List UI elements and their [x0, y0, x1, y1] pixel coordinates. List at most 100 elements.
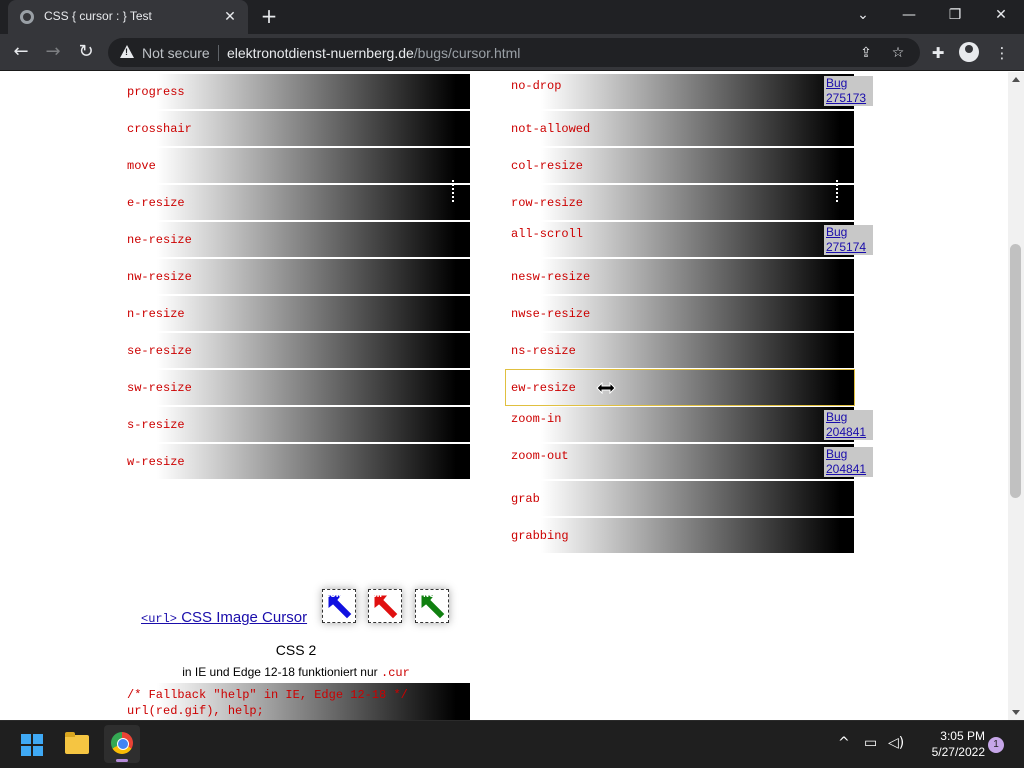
active-indicator	[116, 759, 128, 762]
windows-taskbar: ^ ▭ ◁) 3:05 PM 5/27/2022 1	[0, 720, 1024, 768]
icon-tag: GIF	[371, 591, 385, 599]
bug-link-no-drop[interactable]: Bug 275173	[824, 76, 873, 106]
cur-cursor-sample[interactable]: CUR	[322, 589, 356, 623]
cursor-name: col-resize	[511, 159, 584, 173]
volume-icon[interactable]: ◁)	[888, 735, 904, 751]
cursor-test-row[interactable]: e-resize	[122, 185, 470, 220]
bug-number: 204841	[826, 462, 867, 476]
cursor-test-row[interactable]: zoom-in	[506, 407, 854, 442]
bug-number: 275173	[826, 91, 867, 105]
cursor-test-row[interactable]: w-resize	[122, 444, 470, 479]
cursor-name: move	[127, 159, 156, 173]
extensions-icon[interactable]: ✚	[926, 41, 950, 65]
chevron-up-icon[interactable]: ^	[838, 735, 850, 751]
cursor-test-row[interactable]: s-resize	[122, 407, 470, 442]
warning-icon	[120, 45, 134, 58]
scroll-up-arrow-icon[interactable]	[1012, 77, 1020, 82]
cursor-test-row[interactable]: progress	[122, 74, 470, 109]
note-text: in IE und Edge 12-18 funktioniert nur	[182, 665, 378, 679]
forward-icon[interactable]: →	[40, 40, 66, 66]
cursor-test-row[interactable]: grab	[506, 481, 854, 516]
cursor-test-row[interactable]: sw-resize	[122, 370, 470, 405]
cursor-test-row[interactable]: col-resize	[506, 148, 854, 183]
bug-number: 204841	[826, 425, 867, 439]
fallback-code-block[interactable]: /* Fallback "help" in IE, Edge 12-18 */ …	[122, 683, 470, 720]
bookmark-star-icon[interactable]: ☆	[888, 43, 908, 63]
bug-link-zoom-in[interactable]: Bug 204841	[824, 410, 873, 440]
system-clock[interactable]: 3:05 PM 5/27/2022	[915, 728, 985, 760]
minimize-button[interactable]: —	[886, 0, 932, 34]
dotted-marker	[452, 180, 454, 202]
cursor-test-row[interactable]: nesw-resize	[506, 259, 854, 294]
icon-tag: CUR	[325, 591, 342, 599]
cursor-test-row[interactable]: no-drop	[506, 74, 854, 109]
cursor-name: ns-resize	[511, 344, 576, 358]
cursor-name: s-resize	[127, 418, 185, 432]
cursor-name: all-scroll	[511, 227, 584, 241]
reload-icon[interactable]: ↻	[73, 40, 99, 66]
tab-search-icon[interactable]: ⌄	[840, 0, 886, 34]
cursor-test-row[interactable]: ne-resize	[122, 222, 470, 257]
network-icon[interactable]: ▭	[864, 735, 877, 751]
notification-badge[interactable]: 1	[988, 737, 1004, 753]
url-host: elektronotdienst-nuernberg.de	[227, 45, 414, 61]
cursor-test-row[interactable]: se-resize	[122, 333, 470, 368]
cursor-test-row[interactable]: not-allowed	[506, 111, 854, 146]
address-bar[interactable]: Not secure elektronotdienst-nuernberg.de…	[108, 38, 920, 67]
cursor-name: grabbing	[511, 529, 569, 543]
url-text[interactable]: elektronotdienst-nuernberg.de/bugs/curso…	[227, 45, 520, 61]
page-scrollbar[interactable]	[1008, 72, 1024, 720]
cursor-test-row[interactable]: row-resize	[506, 185, 854, 220]
page-content: progress crosshair move e-resize ne-resi…	[0, 72, 1008, 720]
cursor-test-row[interactable]: grabbing	[506, 518, 854, 553]
chrome-taskbar-button[interactable]	[104, 725, 140, 763]
tab-title: CSS { cursor : } Test	[44, 9, 152, 23]
globe-icon	[20, 10, 34, 24]
note-code: .cur	[381, 666, 410, 680]
back-icon[interactable]: ←	[8, 40, 34, 66]
cursor-name: zoom-out	[511, 449, 569, 463]
scrollbar-thumb[interactable]	[1010, 244, 1021, 498]
link-label: CSS Image Cursor	[181, 609, 308, 626]
cursor-test-row-hovered[interactable]: ew-resize	[505, 369, 855, 406]
new-tab-button[interactable]: +	[258, 6, 280, 28]
cursor-test-row[interactable]: nwse-resize	[506, 296, 854, 331]
menu-icon[interactable]: ⋮	[990, 41, 1014, 65]
file-explorer-icon[interactable]	[65, 732, 89, 754]
browser-tab[interactable]: CSS { cursor : } Test ✕	[8, 0, 248, 34]
bug-link-all-scroll[interactable]: Bug 275174	[824, 225, 873, 255]
cursor-test-row[interactable]: all-scroll	[506, 222, 854, 257]
css2-note: in IE und Edge 12-18 funktioniert nur .c…	[0, 665, 592, 680]
cursor-name: row-resize	[511, 196, 584, 210]
cursor-test-row[interactable]: crosshair	[122, 111, 470, 146]
cursor-test-row[interactable]: move	[122, 148, 470, 183]
cursor-name: ne-resize	[127, 233, 192, 247]
url-code: <url>	[141, 612, 178, 626]
bug-number: 275174	[826, 240, 867, 254]
cursor-test-row[interactable]: n-resize	[122, 296, 470, 331]
css-image-cursor-link[interactable]: <url> CSS Image Cursor	[141, 609, 307, 626]
cursor-test-row[interactable]: zoom-out	[506, 444, 854, 479]
share-icon[interactable]: ⇪	[856, 43, 876, 63]
profile-icon[interactable]	[959, 42, 979, 62]
restore-button[interactable]: ❐	[932, 0, 978, 34]
scroll-down-arrow-icon[interactable]	[1012, 710, 1020, 715]
code-line: /* Fallback "help" in IE, Edge 12-18 */	[127, 688, 408, 702]
gif-cursor-sample[interactable]: GIF	[368, 589, 402, 623]
separator	[218, 45, 219, 61]
browser-toolbar: ← → ↻ Not secure elektronotdienst-nuernb…	[0, 34, 1024, 71]
cursor-name: grab	[511, 492, 540, 506]
start-button[interactable]	[21, 734, 43, 756]
close-window-button[interactable]: ✕	[978, 0, 1024, 34]
cursor-name: n-resize	[127, 307, 185, 321]
bug-link-zoom-out[interactable]: Bug 204841	[824, 447, 873, 477]
not-secure-label[interactable]: Not secure	[142, 45, 210, 61]
icon-tag: PNG	[418, 591, 435, 599]
cursor-test-row[interactable]: nw-resize	[122, 259, 470, 294]
png-cursor-sample[interactable]: PNG	[415, 589, 449, 623]
tab-close-icon[interactable]: ✕	[220, 7, 240, 27]
ew-resize-cursor-icon	[596, 382, 616, 394]
title-bar: CSS { cursor : } Test ✕ + ⌄ — ❐ ✕	[0, 0, 1024, 34]
cursor-name: nwse-resize	[511, 307, 591, 321]
cursor-test-row[interactable]: ns-resize	[506, 333, 854, 368]
